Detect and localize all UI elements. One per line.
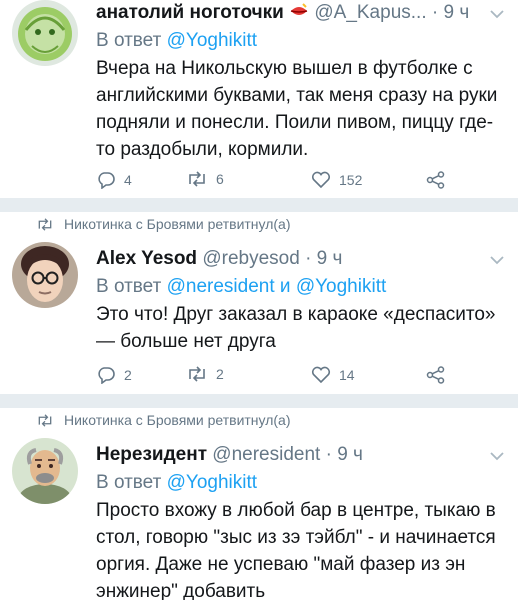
tweet-separator: [0, 198, 518, 212]
share-icon: [426, 171, 445, 189]
retweeted-by-text: Никотинка с Бровями ретвитнул(а): [64, 412, 291, 428]
reply-count: 4: [124, 172, 132, 188]
author-handle[interactable]: @neresident: [212, 444, 320, 465]
avatar[interactable]: [12, 0, 78, 66]
chevron-down-icon[interactable]: [490, 448, 504, 464]
tweet-time[interactable]: 9 ч: [317, 248, 343, 269]
avatar[interactable]: [12, 242, 78, 308]
share-button[interactable]: [426, 171, 446, 189]
reply-prefix: В ответ: [96, 30, 162, 51]
reply-to-line: В ответ @Yoghikitt: [96, 30, 257, 52]
author-name[interactable]: анатолий ноготочки: [96, 2, 284, 23]
retweet-count: 6: [216, 171, 224, 187]
retweet-button[interactable]: 2: [186, 366, 224, 382]
reply-icon: [98, 172, 115, 189]
separator-dot: ·: [431, 2, 439, 23]
reply-to-line: В ответ @neresident и @Yoghikitt: [96, 276, 386, 298]
tweet-time[interactable]: 9 ч: [337, 444, 363, 465]
share-button[interactable]: [426, 366, 446, 384]
retweet-button[interactable]: 6: [186, 171, 224, 187]
heart-icon: [311, 171, 331, 189]
reply-count: 2: [124, 367, 132, 383]
tweet-3[interactable]: Никотинка с Бровями ретвитнул(а) Нерезид…: [0, 408, 518, 600]
chevron-down-icon[interactable]: [490, 6, 504, 22]
retweet-count: 2: [216, 366, 224, 382]
reply-mention[interactable]: @neresident: [167, 276, 275, 297]
reply-prefix: В ответ: [96, 276, 162, 297]
retweeted-by-text: Никотинка с Бровями ретвитнул(а): [64, 216, 291, 232]
retweet-icon: [38, 413, 52, 427]
reply-mention[interactable]: @Yoghikitt: [167, 30, 257, 51]
like-button[interactable]: 14: [311, 366, 355, 384]
author-name[interactable]: Нерезидент: [96, 444, 207, 465]
chevron-down-icon[interactable]: [490, 252, 504, 268]
tweet-2[interactable]: Никотинка с Бровями ретвитнул(а) Alex Ye…: [0, 212, 518, 394]
tweet-1[interactable]: анатолий ноготочки @A_Kapus... · 9 ч В о…: [0, 0, 518, 198]
retweeted-by-bar[interactable]: Никотинка с Бровями ретвитнул(а): [36, 412, 291, 428]
share-icon: [426, 366, 445, 384]
retweet-icon: [38, 217, 52, 231]
like-button[interactable]: 152: [311, 171, 362, 189]
reply-prefix: В ответ: [96, 472, 162, 493]
lips-emoji-icon: [289, 2, 309, 26]
author-handle[interactable]: @rebyesod: [202, 248, 299, 269]
tweet-text: Это что! Друг заказал в караоке «деспаси…: [96, 304, 496, 352]
cabbage-avatar-icon: [12, 0, 78, 66]
reply-joiner: и: [279, 276, 291, 297]
like-count: 14: [339, 367, 355, 383]
reply-icon: [98, 367, 115, 384]
reply-mention[interactable]: @Yoghikitt: [296, 276, 386, 297]
avatar[interactable]: [12, 438, 78, 504]
retweeted-by-bar[interactable]: Никотинка с Бровями ретвитнул(а): [36, 216, 291, 232]
tweet-actions: 4 6 152: [96, 171, 496, 193]
retweet-icon: [189, 171, 205, 187]
reply-to-line: В ответ @Yoghikitt: [96, 472, 257, 494]
tweet-separator: [0, 394, 518, 408]
retweet-icon: [189, 366, 205, 382]
author-name[interactable]: Alex Yesod: [96, 248, 197, 269]
like-count: 152: [339, 172, 363, 188]
person-glasses-avatar-icon: [12, 242, 78, 308]
reply-mention[interactable]: @Yoghikitt: [167, 472, 257, 493]
separator-dot: ·: [325, 444, 332, 465]
cartoon-man-avatar-icon: [12, 438, 78, 504]
tweet-time[interactable]: 9 ч: [444, 2, 470, 23]
separator-dot: ·: [305, 248, 312, 269]
tweet-actions: 2 2 14: [96, 366, 496, 388]
tweet-text: Вчера на Никольскую вышел в футболке с а…: [96, 58, 498, 160]
reply-button[interactable]: 4: [96, 171, 132, 189]
heart-icon: [311, 366, 331, 384]
tweet-text: Просто вхожу в любой бар в центре, тыкаю…: [96, 500, 496, 600]
author-handle[interactable]: @A_Kapus...: [314, 2, 426, 23]
reply-button[interactable]: 2: [96, 366, 132, 384]
